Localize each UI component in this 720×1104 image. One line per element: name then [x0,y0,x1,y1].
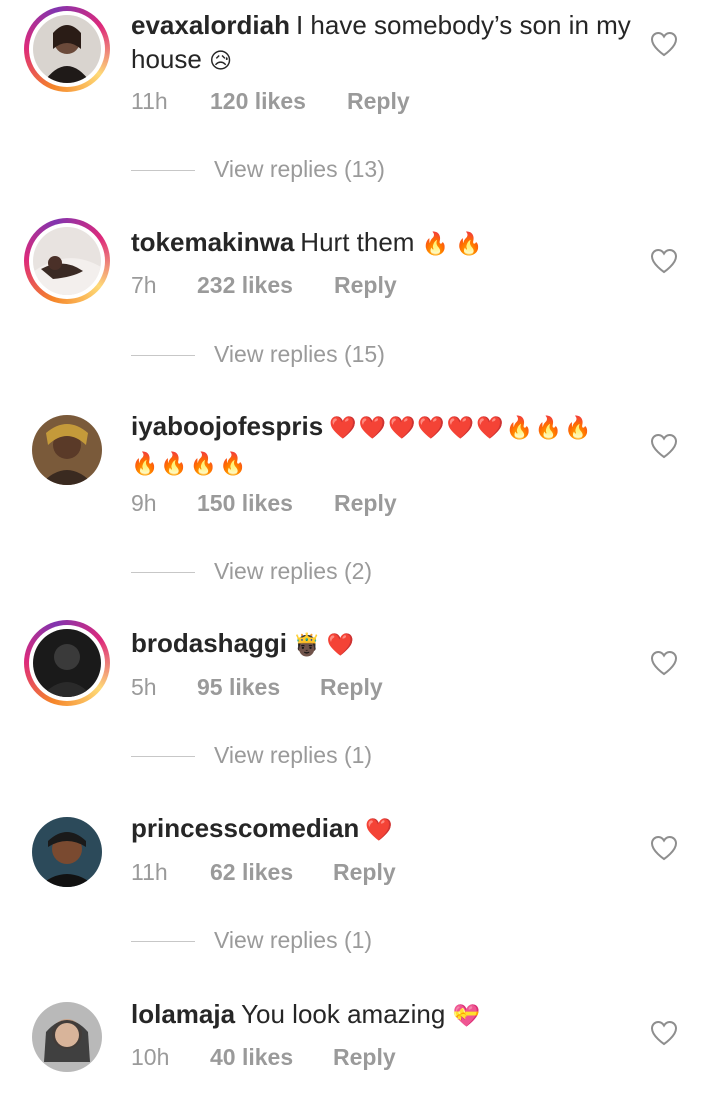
likes-count[interactable]: 95 likes [197,674,320,701]
divider-line [131,572,195,573]
like-button[interactable] [650,248,678,274]
comment-username[interactable]: tokemakinwa [131,227,294,257]
view-replies-label[interactable]: View replies (1) [214,927,372,954]
reply-button[interactable]: Reply [334,490,397,517]
likes-count[interactable]: 40 likes [210,1044,333,1071]
story-ring[interactable] [24,6,110,92]
comment-username[interactable]: iyaboojofespris [131,411,323,441]
comment-emoji: 😥 [209,48,233,73]
heart-outline-icon [650,835,678,861]
view-replies-label[interactable]: View replies (1) [214,742,372,769]
likes-count[interactable]: 120 likes [210,88,347,115]
reply-button[interactable]: Reply [347,88,410,115]
comment-body: Hurt them [300,227,415,257]
heart-outline-icon [650,650,678,676]
comment-text: iyaboojofespris ❤️❤️❤️❤️❤️❤️🔥🔥🔥🔥🔥🔥🔥 [131,409,621,481]
like-button[interactable] [650,433,678,459]
comment-meta: 9h 150 likes Reply [131,490,397,517]
avatar[interactable] [32,415,102,485]
comment-text: tokemakinwa Hurt them 🔥 🔥 [131,225,631,261]
likes-count[interactable]: 232 likes [197,272,334,299]
reply-button[interactable]: Reply [320,674,383,701]
avatar-frame[interactable] [24,809,110,895]
comment-time: 5h [131,674,157,700]
reply-button[interactable]: Reply [333,859,396,886]
view-replies-label[interactable]: View replies (15) [214,341,385,368]
like-button[interactable] [650,835,678,861]
comment-time: 10h [131,1044,170,1070]
avatar[interactable] [32,1002,102,1072]
heart-outline-icon [650,31,678,57]
comment-time: 9h [131,490,157,516]
heart-outline-icon [650,1020,678,1046]
story-ring[interactable] [24,218,110,304]
likes-count[interactable]: 150 likes [197,490,334,517]
avatar[interactable] [33,629,101,697]
reply-button[interactable]: Reply [334,272,397,299]
heart-outline-icon [650,248,678,274]
comment-username[interactable]: lolamaja [131,999,235,1029]
comment-time: 11h [131,859,168,885]
divider-line [131,355,195,356]
comment-text: brodashaggi 🤴🏿 ❤️ [131,626,631,662]
comment-username[interactable]: princesscomedian [131,813,359,843]
comment-time: 11h [131,88,168,114]
comment-meta: 5h 95 likes Reply [131,674,383,701]
like-button[interactable] [650,31,678,57]
comment-meta: 11h 62 likes Reply [131,859,396,886]
divider-line [131,756,195,757]
avatar-frame[interactable] [24,994,110,1080]
heart-outline-icon [650,433,678,459]
comment-emoji: 💝 [452,1003,480,1028]
view-replies-label[interactable]: View replies (2) [214,558,372,585]
comment-text: lolamaja You look amazing 💝 [131,997,631,1033]
avatar[interactable] [33,227,101,295]
comment-username[interactable]: brodashaggi [131,628,287,658]
comment-time: 7h [131,272,157,298]
comment-emoji: 🔥 🔥 [421,231,483,256]
divider-line [131,941,195,942]
comment-meta: 11h 120 likes Reply [131,88,410,115]
avatar[interactable] [32,817,102,887]
like-button[interactable] [650,1020,678,1046]
divider-line [131,170,195,171]
story-ring[interactable] [24,620,110,706]
reply-button[interactable]: Reply [333,1044,396,1071]
like-button[interactable] [650,650,678,676]
comment-text: evaxalordiah I have somebody’s son in my … [131,8,631,78]
comment-username[interactable]: evaxalordiah [131,10,290,40]
comment-text: princesscomedian ❤️ [131,811,631,847]
likes-count[interactable]: 62 likes [210,859,333,886]
comment-meta: 10h 40 likes Reply [131,1044,396,1071]
avatar[interactable] [33,15,101,83]
comment-body: You look amazing [241,999,446,1029]
view-replies-label[interactable]: View replies (13) [214,156,385,183]
comment-emoji: ❤️ [365,817,393,842]
comment-meta: 7h 232 likes Reply [131,272,397,299]
avatar-frame[interactable] [24,407,110,493]
comment-emoji: 🤴🏿 ❤️ [293,632,354,657]
